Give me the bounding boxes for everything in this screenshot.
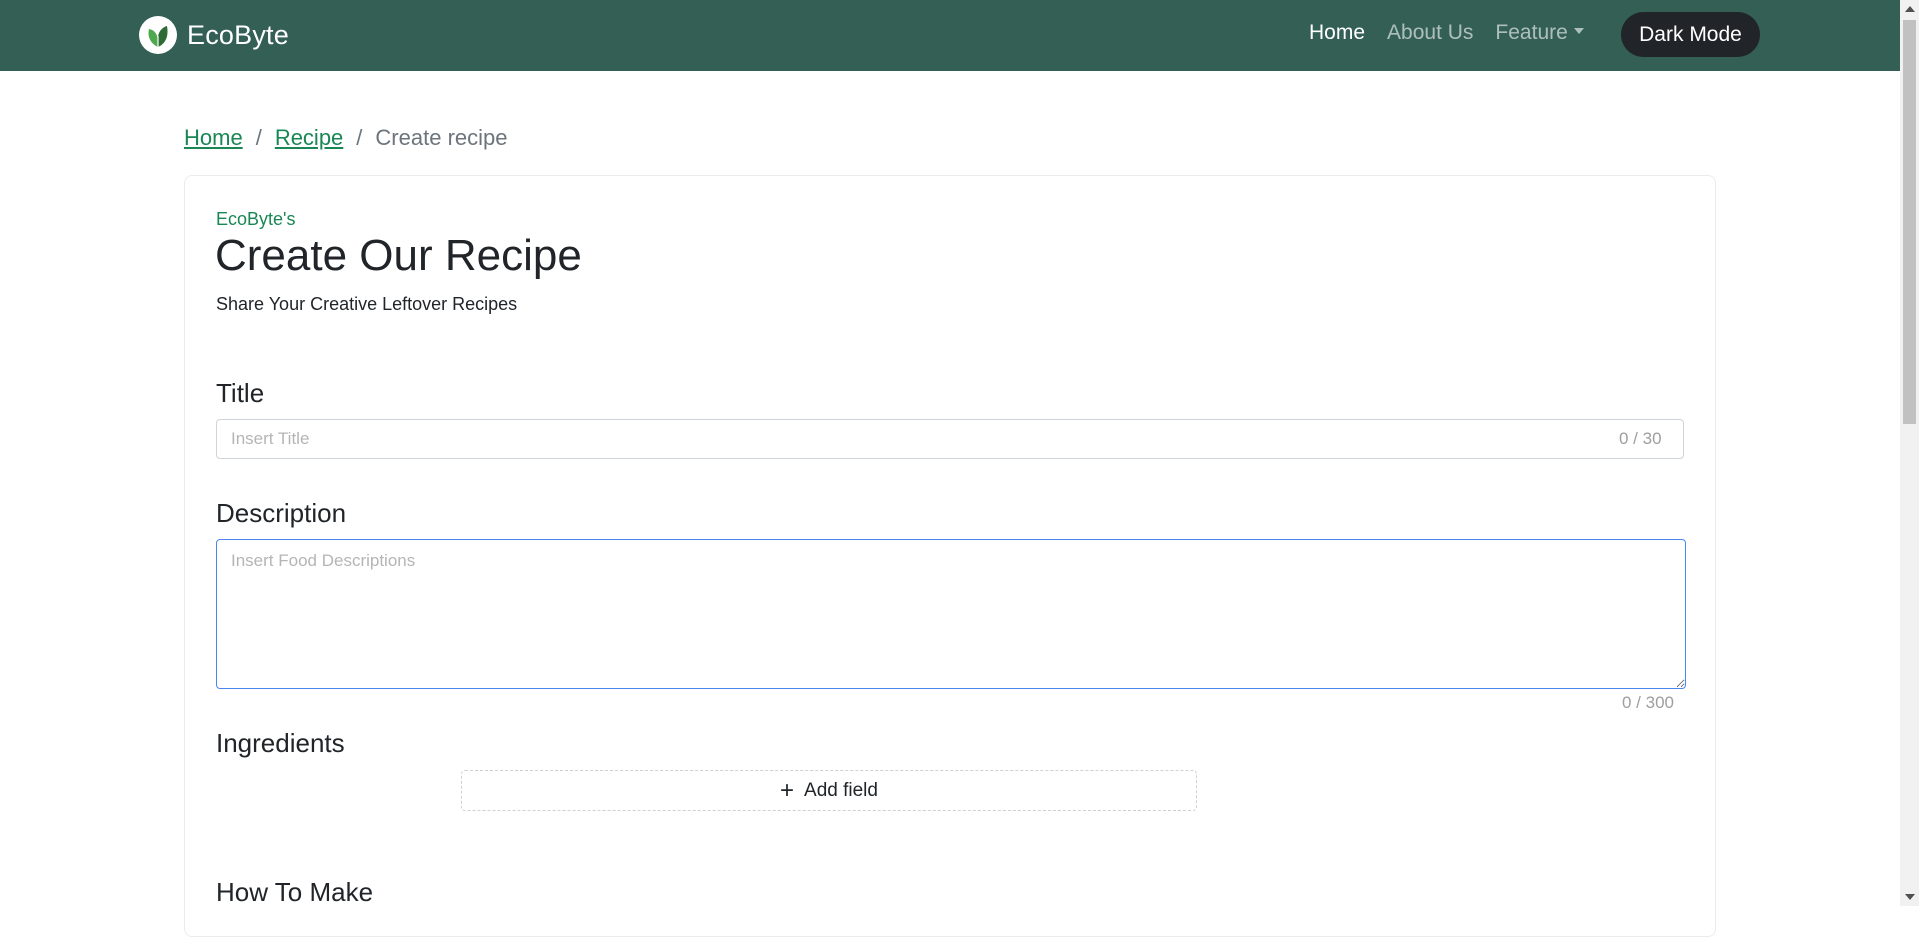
brand-name: EcoByte bbox=[187, 19, 289, 50]
breadcrumb-separator: / bbox=[356, 125, 363, 150]
breadcrumb-separator: / bbox=[255, 125, 262, 150]
nav-link-home[interactable]: Home bbox=[1309, 21, 1365, 45]
create-recipe-card: EcoByte's Create Our Recipe Share Your C… bbox=[184, 175, 1716, 937]
description-textarea[interactable] bbox=[216, 539, 1686, 689]
breadcrumb: Home / Recipe / Create recipe bbox=[184, 125, 508, 151]
scroll-up-arrow-icon[interactable] bbox=[1905, 6, 1915, 12]
top-navbar: EcoByte Home About Us Feature Dark Mode bbox=[0, 0, 1900, 71]
breadcrumb-current: Create recipe bbox=[375, 125, 508, 150]
how-to-make-label: How To Make bbox=[216, 877, 374, 907]
scrollbar-thumb[interactable] bbox=[1903, 20, 1916, 424]
ingredients-label: Ingredients bbox=[216, 728, 345, 758]
description-char-counter: 0 / 300 bbox=[1622, 693, 1674, 712]
page-title: Create Our Recipe bbox=[215, 231, 582, 280]
nav-links: Home About Us Feature bbox=[1309, 21, 1606, 45]
brand[interactable]: EcoByte bbox=[139, 15, 289, 55]
title-input[interactable] bbox=[216, 419, 1684, 459]
nav-dropdown-feature-label: Feature bbox=[1495, 21, 1568, 44]
leaf-logo-icon bbox=[139, 16, 177, 54]
add-field-label: Add field bbox=[804, 779, 878, 801]
page-subtitle: Share Your Creative Leftover Recipes bbox=[216, 294, 518, 314]
vertical-scrollbar[interactable] bbox=[1900, 0, 1919, 906]
breadcrumb-recipe-link[interactable]: Recipe bbox=[275, 125, 343, 151]
caret-down-icon bbox=[1573, 28, 1584, 35]
nav-dropdown-feature[interactable]: Feature bbox=[1495, 21, 1584, 45]
breadcrumb-home-link[interactable]: Home bbox=[184, 125, 243, 151]
nav-link-about-us[interactable]: About Us bbox=[1387, 21, 1473, 45]
description-label: Description bbox=[216, 498, 347, 528]
title-char-counter: 0 / 30 bbox=[1619, 429, 1662, 448]
plus-icon: + bbox=[780, 776, 795, 804]
scroll-down-arrow-icon[interactable] bbox=[1905, 894, 1915, 900]
dark-mode-button[interactable]: Dark Mode bbox=[1621, 12, 1760, 57]
eyebrow-text: EcoByte's bbox=[216, 209, 296, 229]
title-label: Title bbox=[216, 378, 265, 408]
add-ingredient-field-button[interactable]: + Add field bbox=[461, 770, 1197, 811]
